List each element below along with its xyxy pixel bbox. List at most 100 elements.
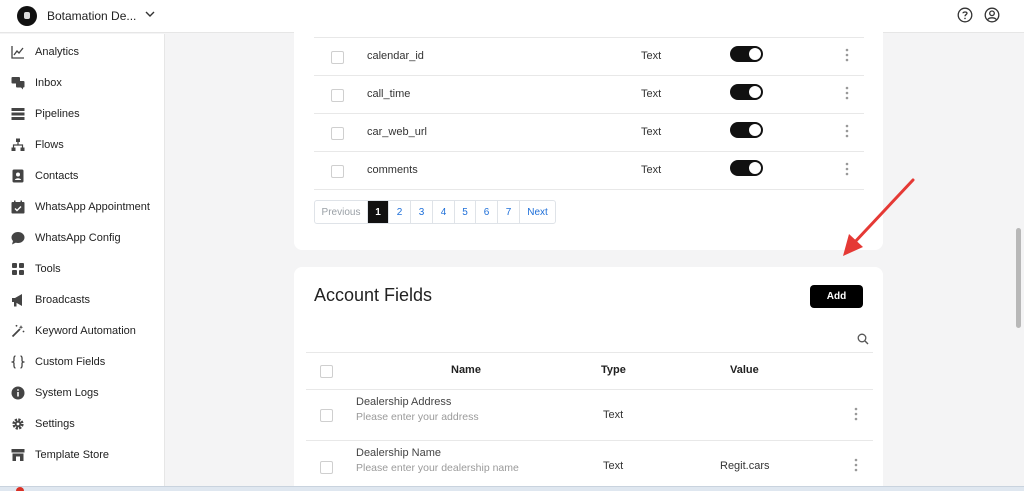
- sidebar-item-settings[interactable]: Settings: [0, 410, 165, 438]
- more-options-icon[interactable]: [845, 86, 849, 100]
- more-options-icon[interactable]: [854, 458, 858, 472]
- chat-bubble-icon: [11, 232, 25, 245]
- chevron-down-icon[interactable]: [144, 8, 156, 20]
- braces-icon: [11, 355, 25, 369]
- sidebar-item-label: Keyword Automation: [35, 325, 136, 337]
- sidebar-item-label: Contacts: [35, 170, 79, 182]
- sidebar-item-label: System Logs: [35, 387, 99, 399]
- sidebar-item-flows[interactable]: Flows: [0, 131, 165, 159]
- sidebar-item-system-logs[interactable]: System Logs: [0, 379, 165, 407]
- sidebar-item-label: Pipelines: [35, 108, 80, 120]
- row-checkbox[interactable]: [320, 409, 333, 422]
- sidebar-item-inbox[interactable]: Inbox: [0, 69, 165, 97]
- row-checkbox[interactable]: [320, 461, 333, 474]
- more-options-icon[interactable]: [845, 124, 849, 138]
- workspace-name[interactable]: Botamation De...: [47, 9, 136, 23]
- scrollbar-thumb[interactable]: [1016, 228, 1021, 328]
- sidebar-item-label: WhatsApp Appointment: [35, 201, 150, 213]
- field-enabled-toggle[interactable]: [730, 160, 763, 176]
- pagination-page-6[interactable]: 6: [476, 201, 498, 223]
- store-icon: [11, 449, 25, 461]
- sidebar-item-label: Broadcasts: [35, 294, 91, 306]
- more-options-icon[interactable]: [845, 162, 849, 176]
- sidebar-item-custom-fields[interactable]: Custom Fields: [0, 348, 165, 376]
- sidebar-item-contacts[interactable]: Contacts: [0, 162, 165, 190]
- sidebar: Analytics Inbox Pipelines Flows Contacts…: [0, 34, 165, 491]
- pagination-page-2[interactable]: 2: [389, 201, 411, 223]
- sidebar-item-tools[interactable]: Tools: [0, 255, 165, 283]
- field-name: comments: [367, 164, 418, 176]
- add-button[interactable]: Add: [810, 285, 863, 308]
- row-divider: [314, 151, 864, 152]
- taskbar: [0, 486, 1024, 491]
- row-divider: [314, 37, 864, 38]
- field-enabled-toggle[interactable]: [730, 122, 763, 138]
- sidebar-item-keyword-automation[interactable]: Keyword Automation: [0, 317, 165, 345]
- sidebar-item-label: Tools: [35, 263, 61, 275]
- column-header-value: Value: [730, 364, 759, 376]
- help-icon[interactable]: [957, 7, 973, 23]
- column-header-type: Type: [601, 364, 626, 376]
- gear-icon: [12, 418, 24, 430]
- pagination: Previous 1 2 3 4 5 6 7 Next: [314, 200, 556, 224]
- field-name: calendar_id: [367, 50, 424, 62]
- grid-icon: [12, 263, 24, 275]
- pipelines-icon: [11, 108, 25, 120]
- field-type: Text: [603, 409, 624, 421]
- column-header-name: Name: [451, 364, 481, 376]
- search-icon[interactable]: [857, 333, 869, 345]
- field-placeholder: Please enter your dealership name: [356, 462, 519, 474]
- pagination-page-4[interactable]: 4: [433, 201, 455, 223]
- field-type: Text: [641, 126, 662, 138]
- taskbar-app-icon[interactable]: [16, 487, 24, 491]
- row-checkbox[interactable]: [331, 127, 344, 140]
- row-divider: [306, 440, 873, 441]
- sidebar-item-label: Template Store: [35, 449, 109, 461]
- field-name: call_time: [367, 88, 411, 100]
- flow-tree-icon: [11, 138, 25, 151]
- sidebar-item-label: Settings: [35, 418, 75, 430]
- workspace-logo[interactable]: [17, 6, 37, 26]
- more-options-icon[interactable]: [854, 407, 858, 421]
- row-checkbox[interactable]: [331, 165, 344, 178]
- field-name: car_web_url: [367, 126, 427, 138]
- header-bottom-border: [306, 389, 873, 390]
- field-value: Regit.cars: [720, 460, 770, 472]
- row-checkbox[interactable]: [331, 51, 344, 64]
- row-divider: [314, 113, 864, 114]
- field-enabled-toggle[interactable]: [730, 46, 763, 62]
- sidebar-item-whatsapp-config[interactable]: WhatsApp Config: [0, 224, 165, 252]
- select-all-checkbox[interactable]: [320, 365, 333, 378]
- header-top-border: [306, 352, 873, 353]
- pagination-next[interactable]: Next: [520, 201, 555, 223]
- info-icon: [11, 386, 25, 400]
- megaphone-icon: [12, 294, 22, 307]
- pagination-page-1[interactable]: 1: [368, 201, 389, 223]
- pagination-page-7[interactable]: 7: [498, 201, 520, 223]
- chart-line-icon: [11, 46, 24, 59]
- field-placeholder: Please enter your address: [356, 411, 479, 423]
- pagination-page-5[interactable]: 5: [455, 201, 476, 223]
- sidebar-item-template-store[interactable]: Template Store: [0, 441, 165, 469]
- field-type: Text: [641, 164, 662, 176]
- field-name: Dealership Address: [356, 396, 452, 408]
- sidebar-item-label: WhatsApp Config: [35, 232, 121, 244]
- sidebar-item-broadcasts[interactable]: Broadcasts: [0, 286, 165, 314]
- pagination-previous[interactable]: Previous: [315, 201, 368, 223]
- sidebar-item-analytics[interactable]: Analytics: [0, 38, 165, 66]
- section-title: Account Fields: [314, 285, 433, 305]
- magic-wand-icon: [11, 324, 25, 338]
- sidebar-item-whatsapp-appointment[interactable]: WhatsApp Appointment: [0, 193, 165, 221]
- row-divider: [314, 75, 864, 76]
- sidebar-item-pipelines[interactable]: Pipelines: [0, 100, 165, 128]
- calendar-icon: [11, 200, 25, 214]
- field-enabled-toggle[interactable]: [730, 84, 763, 100]
- sidebar-item-label: Inbox: [35, 77, 62, 89]
- row-checkbox[interactable]: [331, 89, 344, 102]
- pagination-page-3[interactable]: 3: [411, 201, 433, 223]
- more-options-icon[interactable]: [845, 48, 849, 62]
- user-account-icon[interactable]: [984, 7, 1000, 23]
- account-fields-card: Account Fields Add Name Type Value Deale…: [294, 267, 883, 491]
- field-name: Dealership Name: [356, 447, 441, 459]
- field-type: Text: [641, 50, 662, 62]
